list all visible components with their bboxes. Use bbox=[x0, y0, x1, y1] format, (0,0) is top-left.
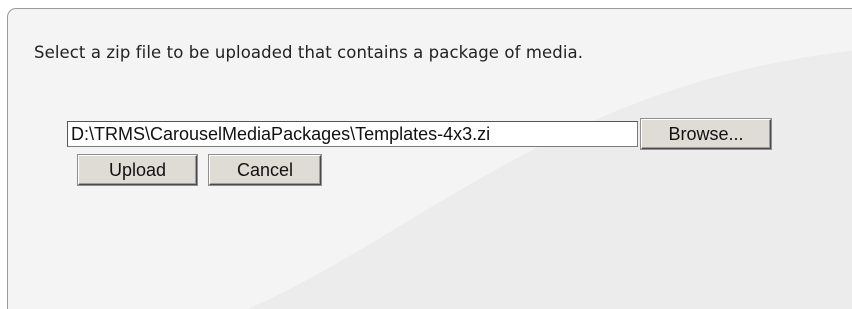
browse-button[interactable]: Browse... bbox=[641, 119, 771, 149]
cancel-button[interactable]: Cancel bbox=[209, 155, 321, 185]
file-path-input[interactable] bbox=[67, 121, 638, 147]
upload-instructions: Select a zip file to be uploaded that co… bbox=[34, 43, 584, 62]
upload-button[interactable]: Upload bbox=[78, 155, 197, 185]
upload-panel: Select a zip file to be uploaded that co… bbox=[7, 8, 852, 309]
